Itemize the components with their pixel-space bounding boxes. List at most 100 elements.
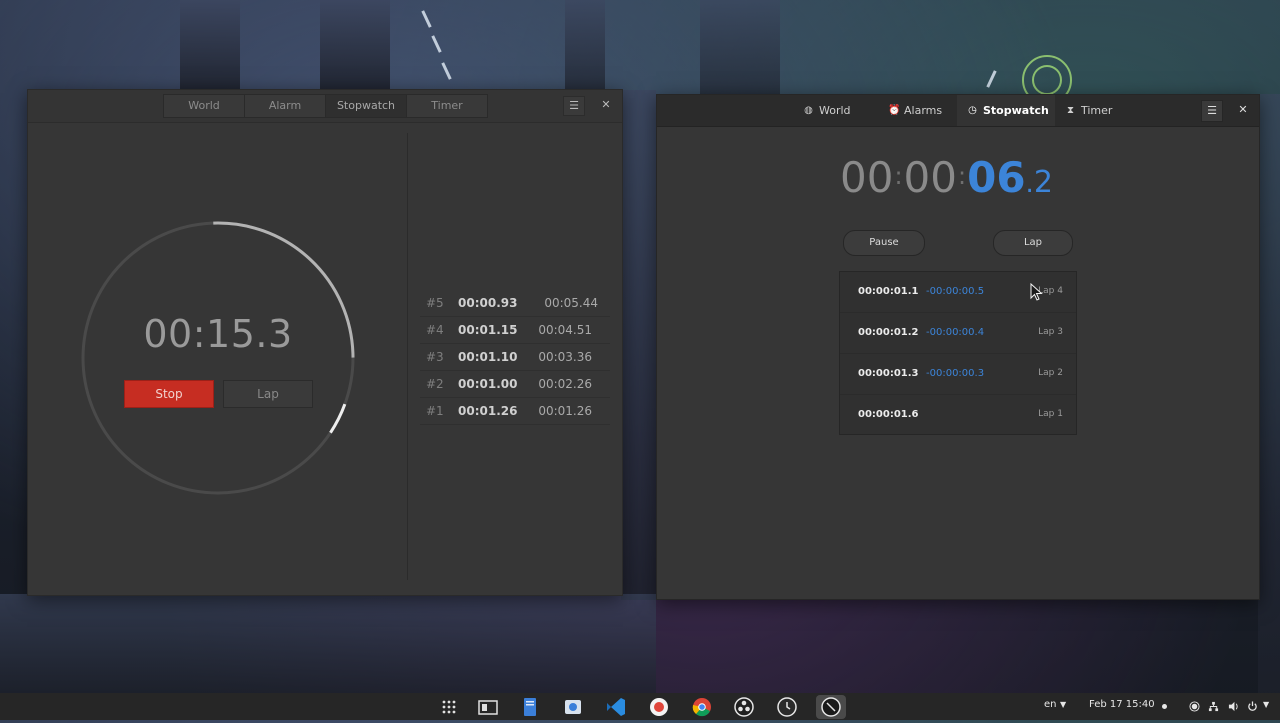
clocks-dark-icon[interactable]: [816, 695, 846, 719]
stop-button[interactable]: Stop: [124, 380, 214, 408]
lap-difference: -00:00:00.5: [926, 286, 985, 297]
night-light-icon[interactable]: [1189, 701, 1200, 712]
text-editor-icon[interactable]: [518, 695, 542, 719]
tab-world[interactable]: World: [164, 95, 245, 117]
hamburger-icon[interactable]: ☰: [563, 96, 585, 116]
lap-number: #5: [426, 296, 444, 310]
pause-button[interactable]: Pause: [843, 230, 925, 256]
lap-label: Lap 3: [1038, 327, 1063, 337]
tab-switcher: World Alarm Stopwatch Timer: [163, 94, 488, 118]
close-icon[interactable]: ✕: [598, 96, 614, 114]
lap-split: 00:01.00: [458, 377, 518, 391]
volume-icon[interactable]: [1228, 701, 1239, 712]
wallpaper-light-streak: [431, 35, 442, 53]
lap-number: #3: [426, 350, 444, 364]
wallpaper-building: [180, 0, 240, 90]
ring-progress-arc: [81, 221, 355, 495]
time-separator: :: [958, 162, 967, 190]
wallpaper-building: [700, 0, 780, 94]
globe-icon: ◍: [804, 105, 813, 116]
lap-row: #4 00:01.15 00:04.51: [420, 317, 610, 344]
wallpaper-building: [565, 0, 605, 90]
clocks-icon[interactable]: [775, 695, 799, 719]
lap-total: 00:05.44: [544, 296, 598, 310]
seconds: 06: [967, 153, 1026, 202]
stopwatch-progress-ring: [81, 221, 355, 495]
lap-list: #5 00:00.93 00:05.44 #4 00:01.15 00:04.5…: [420, 290, 610, 425]
stopwatch-display: 00:00:06.2: [840, 153, 1053, 202]
app-grid-icon[interactable]: [437, 695, 461, 719]
mouse-pointer-icon: [1030, 283, 1043, 301]
keyboard-layout-indicator[interactable]: en: [1044, 699, 1057, 710]
tab-stopwatch[interactable]: ◷ Stopwatch: [957, 95, 1055, 126]
stopwatch-icon: ◷: [968, 105, 977, 116]
tab-alarms[interactable]: ⏰ Alarms: [888, 95, 964, 126]
chevron-down-icon: ▼: [1060, 700, 1067, 709]
hourglass-icon: ⧗: [1066, 105, 1075, 116]
wallpaper-light-streak: [441, 62, 452, 80]
hours: 00: [840, 153, 894, 202]
lap-label: Lap 1: [1038, 409, 1063, 419]
tab-timer[interactable]: ⧗ Timer: [1065, 95, 1131, 126]
wallpaper-building: [320, 0, 390, 90]
tab-alarm[interactable]: Alarm: [245, 95, 326, 117]
alarm-clock-icon: ⏰: [888, 105, 901, 116]
lap-number: #4: [426, 323, 444, 337]
tab-stopwatch[interactable]: Stopwatch: [326, 95, 407, 117]
lap-difference: -00:00:00.4: [926, 327, 985, 338]
lap-total: 00:04.51: [538, 323, 592, 337]
lap-time: 00:00:01.2: [858, 327, 919, 338]
chrome-icon[interactable]: [690, 695, 714, 719]
decimal-point: .: [1025, 169, 1034, 199]
tab-world[interactable]: ◍ World: [803, 95, 873, 126]
tab-label: World: [819, 104, 851, 117]
lap-time: 00:00:01.6: [858, 409, 919, 420]
lap-total: 00:01.26: [538, 404, 592, 418]
vscode-icon[interactable]: [604, 695, 628, 719]
lap-button[interactable]: Lap: [223, 380, 313, 408]
tab-label: Timer: [1081, 104, 1113, 117]
tab-timer[interactable]: Timer: [407, 95, 487, 117]
clocks-window: ◍ World ⏰ Alarms ◷ Stopwatch ⧗ Timer ☰ ✕…: [656, 94, 1260, 600]
lap-row: #1 00:01.26 00:01.26: [420, 398, 610, 425]
tab-label: Alarms: [904, 104, 943, 117]
header-bar: ◍ World ⏰ Alarms ◷ Stopwatch ⧗ Timer ☰ ✕: [657, 95, 1259, 127]
ring-highlight-arc: [81, 221, 355, 495]
wallpaper-light-streak: [986, 70, 997, 88]
notification-dot-icon: [1162, 704, 1167, 709]
lap-number: #2: [426, 377, 444, 391]
file-manager-icon[interactable]: [476, 695, 500, 719]
wallpaper-hologram: [1032, 65, 1062, 95]
date-time-indicator[interactable]: Feb 17 15:40: [1089, 699, 1155, 710]
close-icon[interactable]: ✕: [1235, 100, 1251, 120]
taskbar: en ▼ Feb 17 15:40 ▼: [0, 693, 1280, 720]
wallpaper-building: [621, 90, 656, 600]
lap-row: #5 00:00.93 00:05.44: [420, 290, 610, 317]
power-icon[interactable]: [1247, 701, 1258, 712]
lap-total: 00:03.36: [538, 350, 592, 364]
network-icon[interactable]: [1208, 701, 1219, 712]
time-separator: :: [894, 162, 903, 190]
lap-difference: -00:00:00.3: [926, 368, 985, 379]
lap-number: #1: [426, 404, 444, 418]
lap-time: 00:00:01.1: [858, 286, 919, 297]
hamburger-icon[interactable]: ☰: [1201, 100, 1223, 122]
lap-button[interactable]: Lap: [993, 230, 1073, 256]
wallpaper-building: [0, 594, 656, 693]
software-center-icon[interactable]: [647, 695, 671, 719]
wallpaper-building: [1258, 94, 1280, 693]
pane-divider: [407, 133, 408, 580]
lap-label: Lap 2: [1038, 368, 1063, 378]
minutes: 00: [903, 153, 957, 202]
lap-split: 00:01.15: [458, 323, 518, 337]
lap-total: 00:02.26: [538, 377, 592, 391]
header-bar: World Alarm Stopwatch Timer ☰ ✕: [28, 90, 622, 123]
lap-row: #2 00:01.00 00:02.26: [420, 371, 610, 398]
lap-split: 00:01.26: [458, 404, 518, 418]
obs-icon[interactable]: [732, 695, 756, 719]
lap-split: 00:01.10: [458, 350, 518, 364]
screenshot-icon[interactable]: [561, 695, 585, 719]
tab-label: Stopwatch: [983, 104, 1049, 117]
lap-time: 00:00:01.3: [858, 368, 919, 379]
wallpaper-light-streak: [421, 10, 432, 28]
